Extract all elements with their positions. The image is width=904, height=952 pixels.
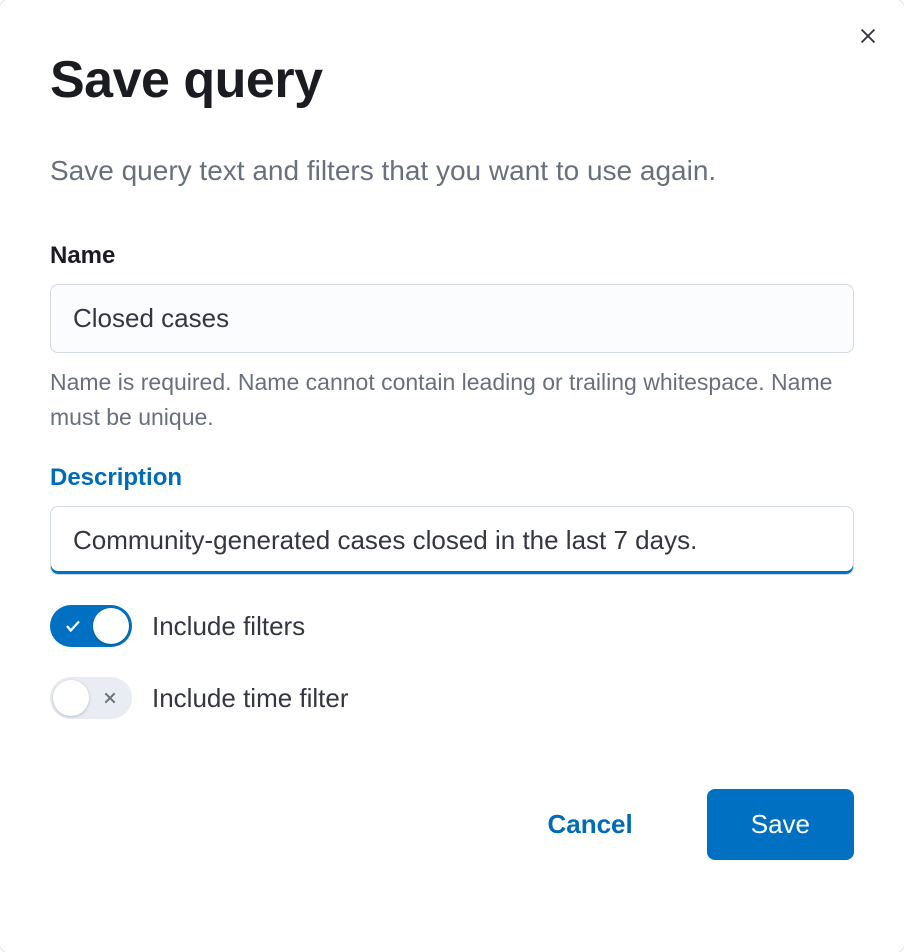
name-input[interactable] [50,284,854,353]
include-time-filter-toggle[interactable] [50,677,132,719]
include-time-filter-label: Include time filter [152,683,349,714]
check-icon [64,617,82,635]
description-label: Description [50,464,854,492]
include-filters-toggle-group: Include filters [50,605,854,647]
name-help-text: Name is required. Name cannot contain le… [50,365,854,434]
modal-title: Save query [50,50,854,110]
modal-subtitle: Save query text and filters that you wan… [50,150,854,192]
close-icon [857,25,879,47]
save-button[interactable]: Save [707,789,854,860]
description-input[interactable] [50,506,854,575]
button-row: Cancel Save [50,789,854,860]
toggle-thumb [93,608,129,644]
close-button[interactable] [852,20,884,52]
include-time-filter-toggle-group: Include time filter [50,677,854,719]
toggle-thumb [53,680,89,716]
cancel-button[interactable]: Cancel [503,789,676,860]
name-label: Name [50,242,854,270]
name-field-group: Name Name is required. Name cannot conta… [50,242,854,434]
x-icon [102,690,118,706]
save-query-modal: Save query Save query text and filters t… [0,0,904,952]
include-filters-label: Include filters [152,611,305,642]
include-filters-toggle[interactable] [50,605,132,647]
description-field-group: Description [50,464,854,575]
